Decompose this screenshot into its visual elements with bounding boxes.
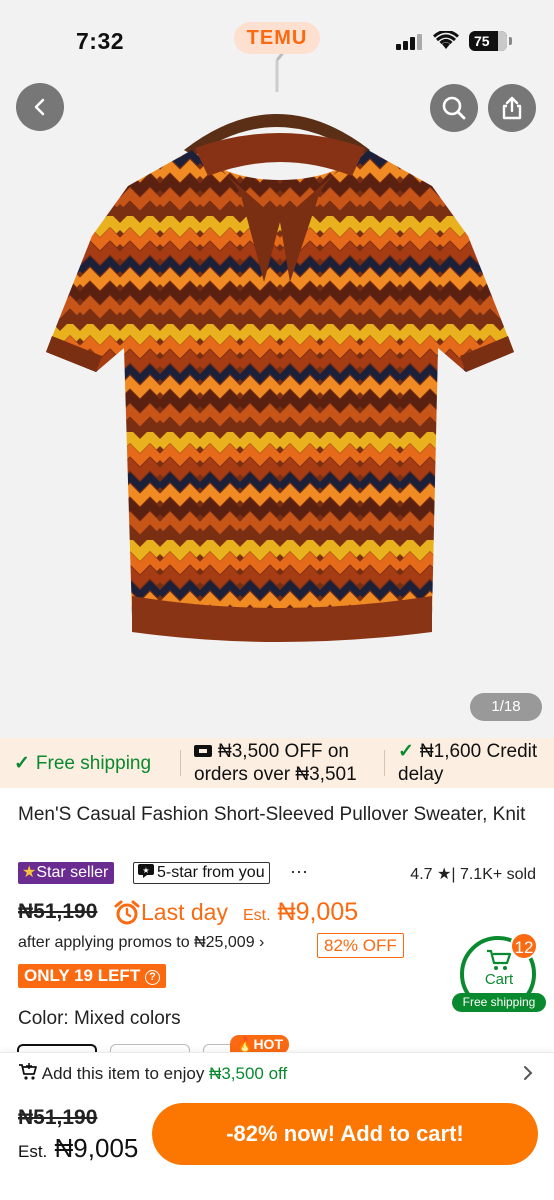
battery-level: 75 [474, 33, 490, 49]
cart-plus-icon [19, 1063, 37, 1080]
add-to-cart-button[interactable]: -82% now! Add to cart! [152, 1103, 538, 1165]
credit-line1: ₦1,600 Credit [419, 741, 538, 762]
review-icon: ★ [138, 864, 154, 878]
color-label: Color: Mixed colors [18, 1008, 181, 1029]
battery-icon: 75 [469, 31, 512, 51]
seller-badges-row: ★Star seller ★ 5-star from you ··· 4.7 ★… [18, 861, 538, 886]
promo-text: after applying promos to ₦25,009 [18, 934, 255, 951]
cart-icon [487, 949, 512, 970]
temu-logo: TEMU [234, 22, 320, 54]
free-shipping-label: Free shipping [35, 752, 152, 774]
status-time: 7:32 [76, 28, 125, 54]
hot-label: HOT [253, 1036, 283, 1052]
promo-line2: orders over ₦3,501 [194, 764, 357, 785]
star-seller-badge[interactable]: ★Star seller [18, 862, 115, 884]
chevron-right-icon: › [259, 934, 265, 951]
floating-cart-button[interactable]: Cart Free shipping 12 [452, 932, 546, 1014]
rating-value: 4.7 [410, 866, 433, 883]
check-icon: ✓ [14, 753, 30, 774]
product-image-gallery[interactable]: 7:32 TEMU 75 1/18 [0, 0, 554, 738]
back-button[interactable] [16, 83, 64, 131]
search-button[interactable] [430, 84, 478, 132]
bottom-original-price: ₦51,190 [18, 1106, 98, 1129]
alarm-icon [114, 900, 140, 925]
benefits-strip[interactable]: ✓ Free shipping ₦3,500 OFF on orders ove… [0, 738, 554, 788]
estimated-price: Est. ₦9,005 [243, 898, 358, 927]
star-icon: ★ [22, 864, 37, 881]
bottom-est-value: ₦9,005 [54, 1133, 139, 1163]
more-badges-button[interactable]: ··· [290, 861, 308, 882]
five-star-badge[interactable]: ★ 5-star from you [133, 862, 270, 884]
divider [180, 750, 181, 776]
five-star-label: 5-star from you [157, 864, 265, 881]
back-icon [34, 98, 45, 116]
est-price-value: ₦9,005 [277, 898, 359, 926]
search-icon [442, 96, 466, 120]
promo-line1: ₦3,500 OFF on [218, 741, 349, 762]
cart-free-shipping-badge: Free shipping [452, 993, 546, 1012]
image-counter: 1/18 [470, 693, 542, 721]
last-day-label: Last day [141, 899, 228, 925]
original-price: ₦51,190 [18, 900, 98, 923]
check-icon: ✓ [398, 741, 414, 762]
discount-badge: 82% OFF [317, 933, 404, 958]
star-seller-label: Star seller [36, 864, 109, 881]
rating-summary[interactable]: 4.7 ★| 7.1K+ sold [410, 864, 536, 884]
stock-badge[interactable]: ONLY 19 LEFT ? [18, 964, 166, 988]
wifi-icon [433, 31, 459, 49]
promo-details-link[interactable]: after applying promos to ₦25,009 › [18, 934, 264, 958]
star-icon: ★ [437, 866, 452, 883]
share-icon [502, 96, 522, 120]
add-item-hint[interactable]: Add this item to enjoy ₦3,500 off [18, 1063, 287, 1084]
info-icon: ? [144, 970, 160, 985]
share-button[interactable] [488, 84, 536, 132]
hint-prefix: Add this item to enjoy [41, 1064, 205, 1083]
bottom-est-label: Est. [18, 1142, 48, 1161]
divider [384, 750, 385, 776]
sold-count: | 7.1K+ sold [451, 866, 536, 883]
free-shipping-benefit: ✓ Free shipping [14, 752, 151, 775]
fire-icon: 🔥 [236, 1036, 254, 1052]
cellular-signal-icon [396, 34, 422, 50]
bottom-estimated-price: Est. ₦9,005 [18, 1133, 138, 1164]
price-row: ₦51,190 Last day Est. ₦9,005 [18, 898, 538, 928]
coupon-icon [194, 745, 212, 757]
stock-label: ONLY 19 LEFT [24, 966, 141, 985]
cart-count-badge: 12 [510, 932, 538, 960]
credit-benefit: ✓ ₦1,600 Credit delay [398, 740, 537, 786]
promo-benefit: ₦3,500 OFF on orders over ₦3,501 [194, 740, 357, 786]
bottom-action-bar: Add this item to enjoy ₦3,500 off ₦51,19… [0, 1052, 554, 1200]
credit-line2: delay [398, 764, 444, 785]
hint-amount: ₦3,500 off [209, 1064, 288, 1083]
chevron-right-icon[interactable] [522, 1064, 534, 1082]
est-label: Est. [243, 907, 271, 924]
product-title: Men'S Casual Fashion Short-Sleeved Pullo… [18, 804, 526, 825]
cart-label: Cart [484, 971, 514, 988]
svg-text:★: ★ [142, 866, 149, 875]
